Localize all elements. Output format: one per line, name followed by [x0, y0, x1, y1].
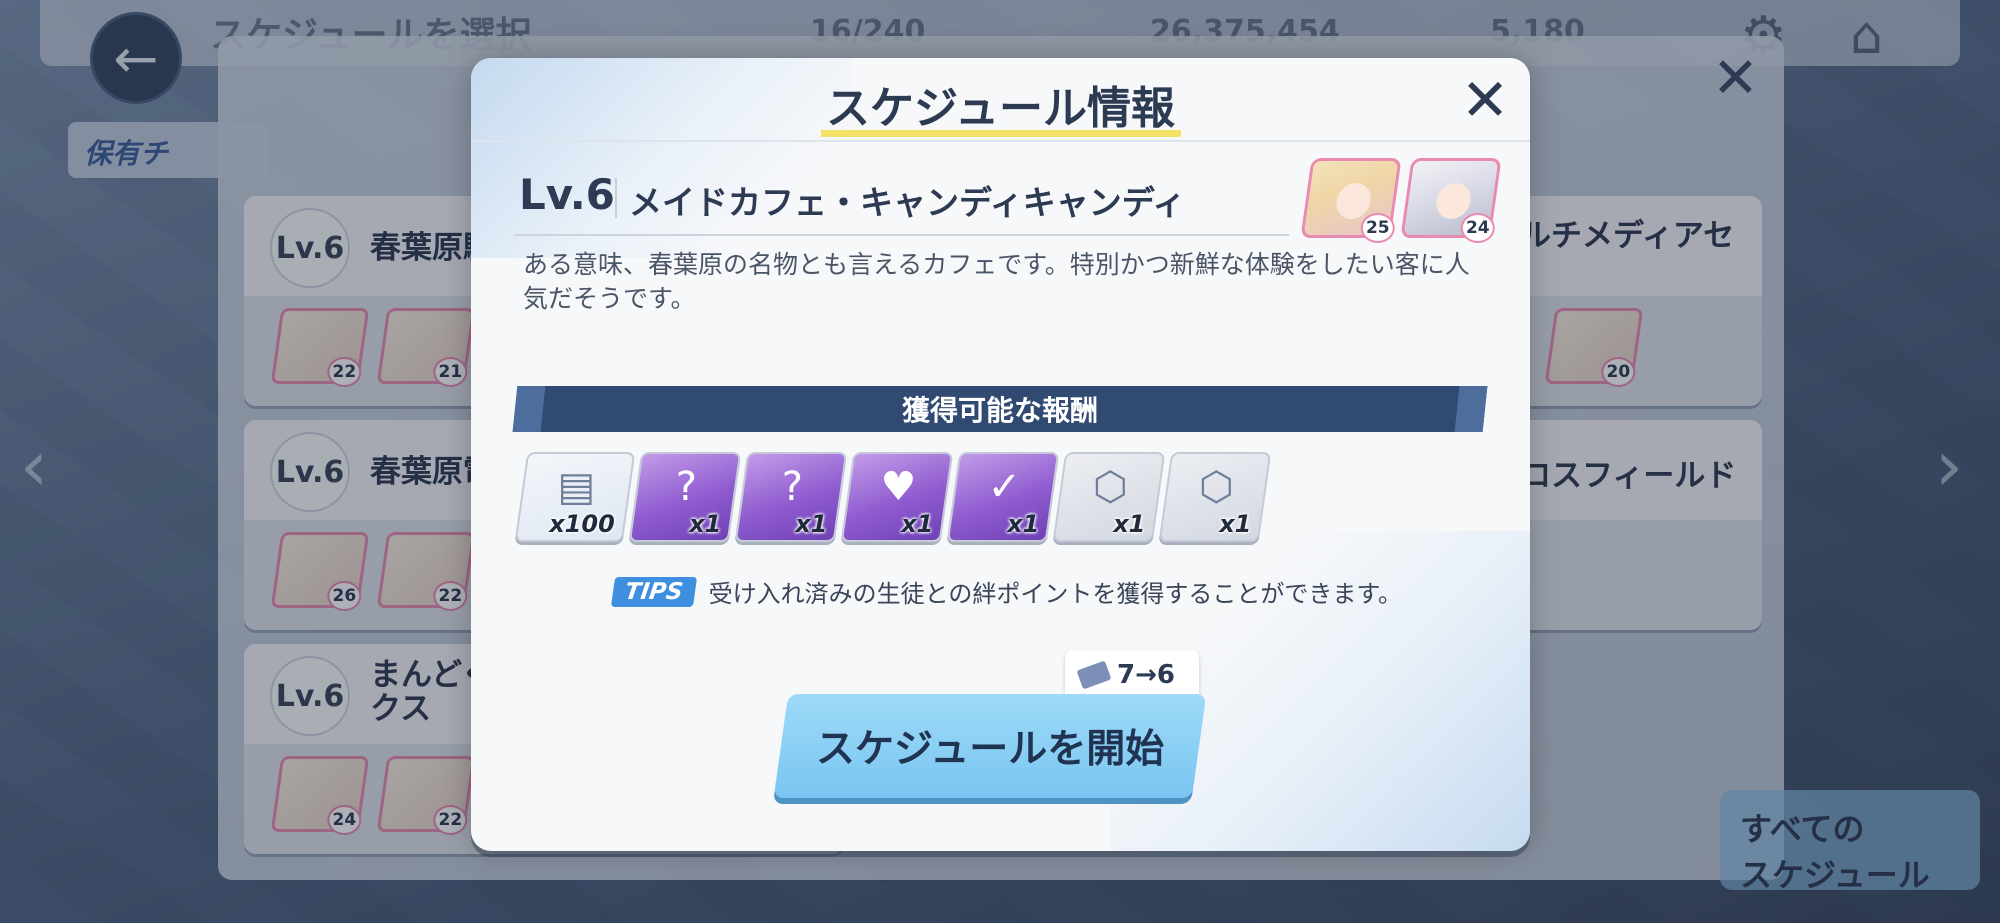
mystery-gift-box-icon: ? [675, 464, 698, 510]
student-token-icon: ⬡ [1198, 464, 1234, 510]
student-token-icon: ⬡ [1092, 464, 1128, 510]
reward-quantity: x1 [689, 510, 722, 538]
start-schedule-button[interactable]: スケジュールを開始 [773, 694, 1207, 798]
student-face [1334, 183, 1374, 219]
reward-quantity: x1 [901, 510, 934, 538]
student-portrait: 25 [1300, 158, 1402, 243]
schedule-info-modal: スケジュール情報 ✕ Lv.6 メイドカフェ・キャンディキャンディ 25 24 … [471, 58, 1530, 851]
reward-item[interactable]: ? x1 [628, 452, 742, 542]
reward-title: 獲得可能な報酬 [901, 394, 1098, 427]
ticket-cost-bubble: ticket 7→6 [1065, 650, 1199, 714]
divider [515, 234, 1289, 236]
location-name: メイドカフェ・キャンディキャンディ [629, 183, 1186, 222]
exp-report-icon: ▤ [557, 464, 596, 510]
reward-item[interactable]: ▤ x100 [514, 452, 636, 542]
close-button[interactable]: ✕ [1455, 70, 1515, 130]
reward-quantity: x1 [795, 510, 828, 538]
reward-item[interactable]: ✓ x1 [946, 452, 1060, 542]
tips-badge: TIPS [610, 576, 697, 607]
close-icon: ✕ [1460, 66, 1510, 134]
ex-gift-box-icon: ♥ [880, 464, 917, 510]
ticket-cost: 7→6 [1117, 660, 1175, 690]
reward-item[interactable]: ♥ x1 [840, 452, 954, 542]
mystery-gift-book-icon: ? [781, 464, 804, 510]
student-portrait: 24 [1400, 158, 1502, 243]
ticket-icon: ticket [1076, 660, 1112, 690]
reward-quantity: x1 [1113, 510, 1146, 538]
reward-item[interactable]: ⬡ x1 [1052, 452, 1166, 542]
modal-header: スケジュール情報 ✕ [471, 58, 1530, 142]
reward-banner: 獲得可能な報酬 [512, 386, 1488, 432]
reward-quantity: x1 [1219, 510, 1252, 538]
title-underline [821, 130, 1181, 137]
level-label: Lv.6 [519, 170, 615, 219]
divider [615, 178, 617, 218]
bond-level: 24 [1460, 213, 1495, 243]
start-schedule-label: スケジュールを開始 [815, 727, 1165, 772]
reward-item[interactable]: ⬡ x1 [1158, 452, 1272, 542]
reward-quantity: x1 [1007, 510, 1040, 538]
tips-text: 受け入れ済みの生徒との絆ポイントを獲得することができます。 [708, 580, 1403, 608]
reward-item[interactable]: ? x1 [734, 452, 848, 542]
student-face [1434, 183, 1474, 219]
location-description: ある意味、春葉原の名物とも言えるカフェです。特別かつ新鮮な体験をしたい客に人気だ… [523, 250, 1470, 313]
tips-row: TIPS 受け入れ済みの生徒との絆ポイントを獲得することができます。 [610, 574, 1403, 609]
bond-level: 25 [1360, 213, 1395, 243]
gift-book-icon: ✓ [987, 464, 1022, 510]
reward-quantity: x100 [549, 510, 616, 538]
modal-title: スケジュール情報 [826, 83, 1175, 134]
reward-list: ▤ x100 ? x1 ? x1 ♥ x1 ✓ x1 ⬡ x1 ⬡ x1 [514, 452, 1272, 544]
